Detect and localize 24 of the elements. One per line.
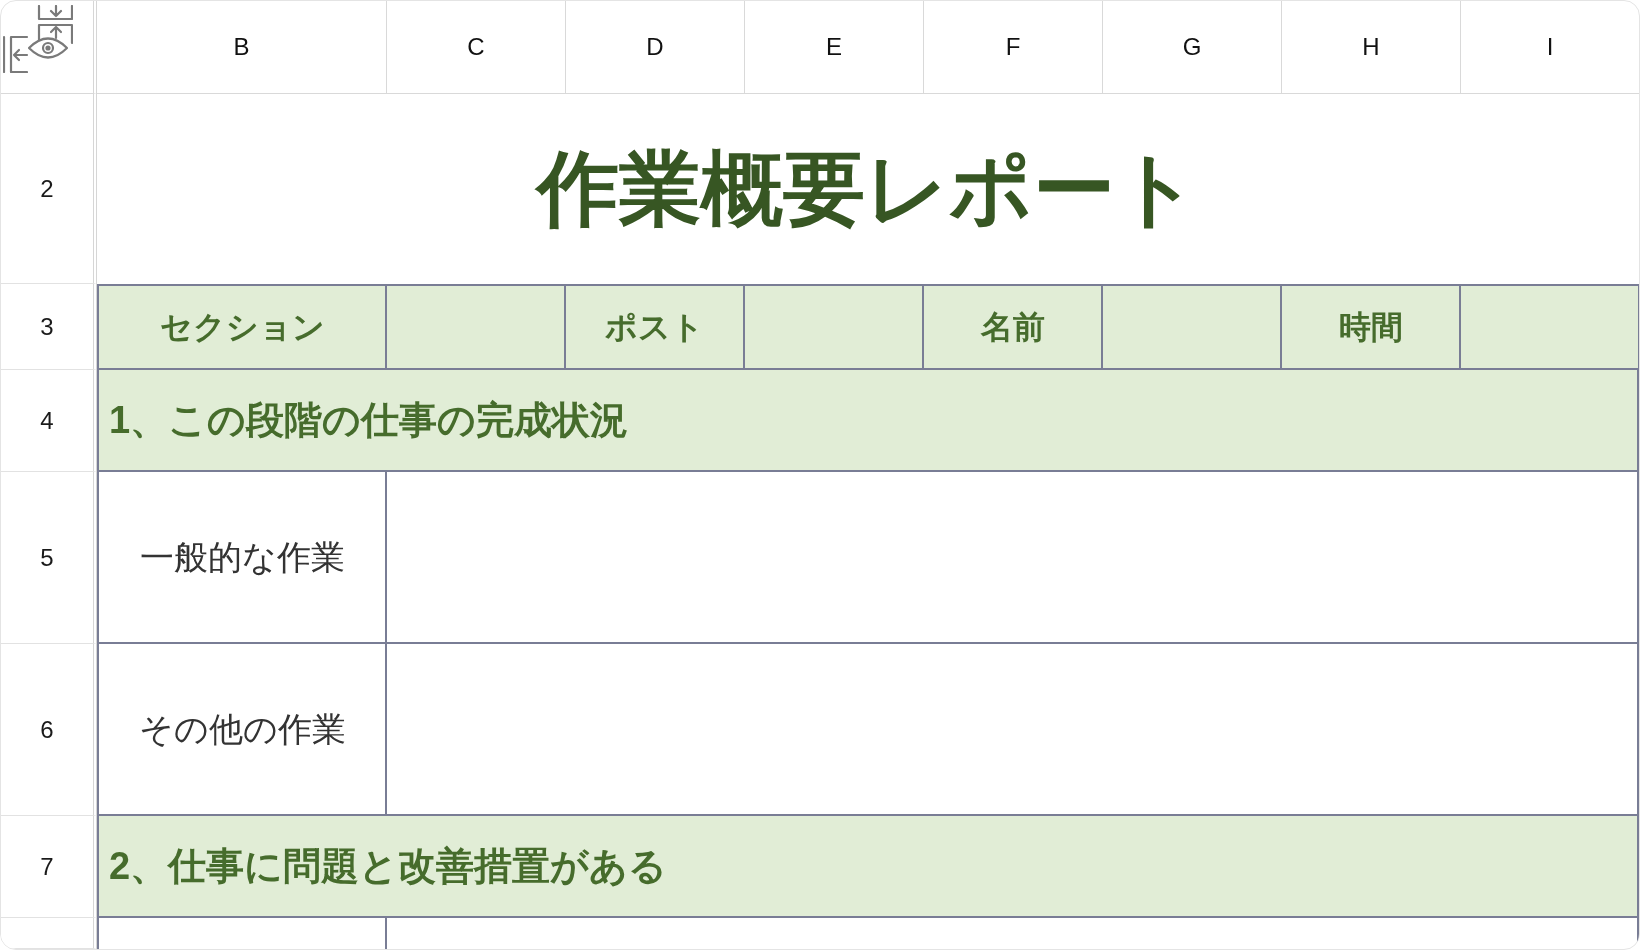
column-header[interactable]: G — [1182, 29, 1202, 65]
row-number: 3 — [40, 311, 54, 342]
section-heading: 2、仕事に問題と改善措置がある — [97, 816, 1639, 918]
column-header[interactable]: I — [1546, 29, 1554, 65]
column-header[interactable]: H — [1362, 29, 1380, 65]
table-header-cell: セクション — [97, 284, 387, 370]
content-cell[interactable] — [387, 472, 1639, 644]
column-header[interactable]: C — [467, 29, 485, 65]
column-header[interactable]: E — [826, 29, 842, 65]
eye-arrows-icon[interactable] — [3, 5, 73, 73]
column-header[interactable]: B — [233, 29, 250, 65]
table-header-cell: 時間 — [1282, 284, 1461, 370]
row-number: 5 — [40, 542, 54, 573]
column-header[interactable]: F — [1005, 29, 1021, 65]
section-heading: 1、この段階の仕事の完成状況 — [97, 370, 1639, 472]
row-number: 4 — [40, 405, 54, 436]
row-label-cell: 一般的な作業 — [97, 472, 387, 644]
table-header-cell: 名前 — [924, 284, 1103, 370]
row-number: 7 — [40, 851, 54, 882]
row-number: 6 — [40, 714, 54, 745]
table-header-cell: ポスト — [566, 284, 745, 370]
row-number: 2 — [40, 173, 54, 204]
row-header-cell[interactable] — [1, 918, 97, 949]
column-header[interactable]: D — [646, 29, 664, 65]
